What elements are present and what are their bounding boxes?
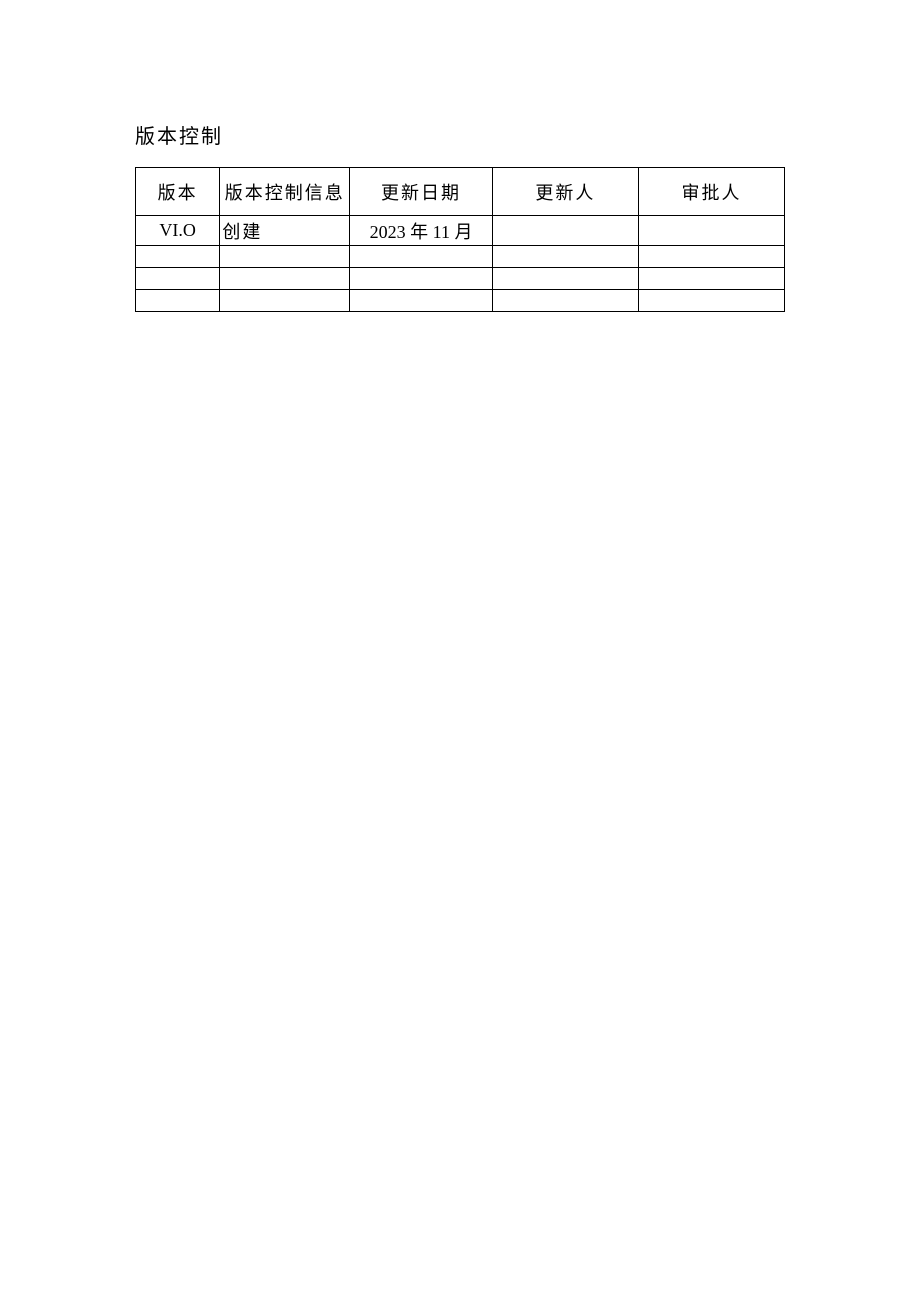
header-version: 版本 (136, 168, 220, 216)
table-row (136, 268, 785, 290)
cell-version (136, 246, 220, 268)
table-header-row: 版本 版本控制信息 更新日期 更新人 审批人 (136, 168, 785, 216)
cell-updater (492, 246, 638, 268)
cell-approver (638, 290, 784, 312)
cell-date (350, 246, 493, 268)
cell-updater (492, 216, 638, 246)
cell-updater (492, 290, 638, 312)
cell-version (136, 268, 220, 290)
table-row (136, 246, 785, 268)
cell-date (350, 268, 493, 290)
cell-date (350, 290, 493, 312)
cell-updater (492, 268, 638, 290)
cell-info: 创建 (220, 216, 350, 246)
cell-approver (638, 246, 784, 268)
cell-approver (638, 268, 784, 290)
table-row (136, 290, 785, 312)
table-row: VI.O 创建 2023 年 11 月 (136, 216, 785, 246)
header-date: 更新日期 (350, 168, 493, 216)
header-info: 版本控制信息 (220, 168, 350, 216)
cell-approver (638, 216, 784, 246)
cell-version: VI.O (136, 216, 220, 246)
version-table: 版本 版本控制信息 更新日期 更新人 审批人 VI.O 创建 2023 年 11… (135, 167, 785, 312)
cell-info (220, 290, 350, 312)
cell-info (220, 246, 350, 268)
header-approver: 审批人 (638, 168, 784, 216)
page-title: 版本控制 (135, 120, 785, 149)
cell-date: 2023 年 11 月 (350, 216, 493, 246)
cell-version (136, 290, 220, 312)
cell-info (220, 268, 350, 290)
header-updater: 更新人 (492, 168, 638, 216)
